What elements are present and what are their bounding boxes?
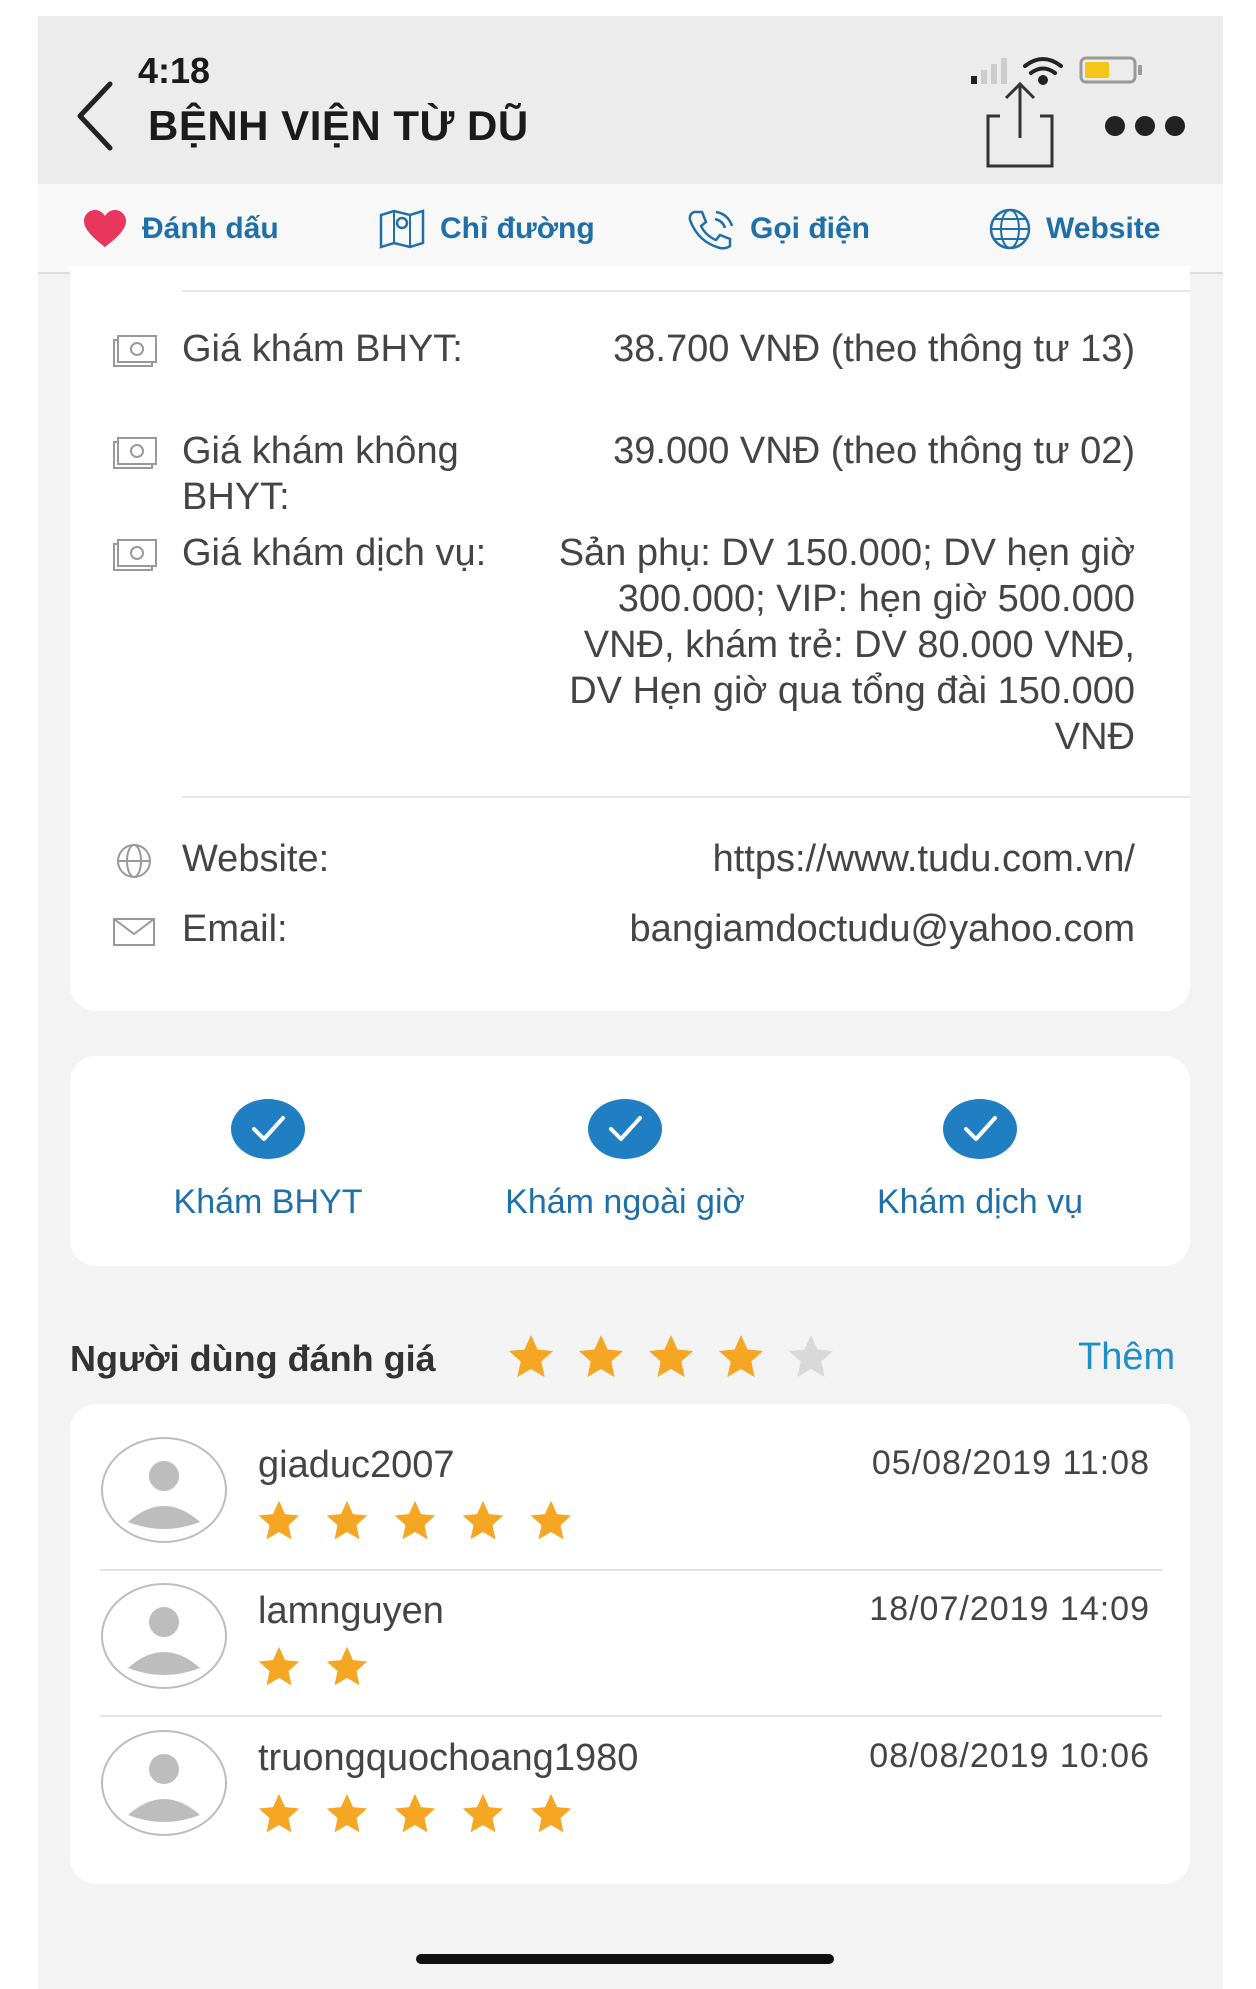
more-options-icon[interactable]	[1100, 106, 1190, 146]
review-stars	[256, 1498, 596, 1544]
map-icon	[379, 209, 425, 249]
info-label: Giá khám dịch vụ:	[182, 532, 487, 574]
money-icon	[113, 335, 157, 367]
hospital-info-card: Giá khám BHYT: 38.700 VNĐ (theo thông tư…	[70, 266, 1190, 1011]
info-label: Email:	[182, 908, 288, 950]
divider	[100, 1569, 1162, 1571]
star-icon	[258, 1793, 300, 1833]
info-value: 39.000 VNĐ (theo thông tư 02)	[613, 430, 1135, 472]
star-icon	[462, 1793, 504, 1833]
star-icon	[258, 1500, 300, 1540]
share-icon[interactable]	[980, 76, 1060, 171]
review-item: truongquochoang1980 08/08/2019 10:06	[70, 1719, 1190, 1864]
review-username: giaduc2007	[258, 1444, 455, 1486]
review-item: giaduc2007 05/08/2019 11:08	[70, 1426, 1190, 1571]
back-arrow-icon[interactable]	[66, 76, 126, 156]
bookmark-button[interactable]: Đánh dấu	[82, 206, 279, 252]
website-link[interactable]: https://www.tudu.com.vn/	[550, 836, 1135, 882]
star-icon	[579, 1335, 623, 1377]
check-circle-icon	[231, 1099, 305, 1159]
star-icon	[326, 1500, 368, 1540]
star-icon	[394, 1500, 436, 1540]
review-username: lamnguyen	[258, 1590, 444, 1632]
app-screen: 4:18 BỆNH VIỆN TỪ DŨ Đánh dấu Chỉ đường …	[38, 16, 1223, 1989]
star-icon	[462, 1500, 504, 1540]
directions-button[interactable]: Chỉ đường	[378, 206, 595, 252]
service-label: Khám dịch vụ	[877, 1183, 1083, 1221]
globe-icon	[989, 208, 1031, 250]
action-bar: Đánh dấu Chỉ đường Gọi điện Website	[38, 184, 1223, 274]
top-bar: 4:18 BỆNH VIỆN TỪ DŨ	[38, 16, 1223, 184]
service-label: Khám ngoài giờ	[505, 1183, 745, 1221]
review-date: 05/08/2019 11:08	[871, 1444, 1150, 1482]
service-item: Khám ngoài giờ	[455, 1098, 795, 1222]
star-icon	[789, 1335, 833, 1377]
battery-icon	[1079, 56, 1142, 84]
home-indicator[interactable]	[416, 1954, 834, 1964]
money-icon	[113, 539, 157, 571]
more-reviews-link[interactable]: Thêm	[1078, 1336, 1175, 1379]
star-icon	[719, 1335, 763, 1377]
review-date: 08/08/2019 10:06	[869, 1737, 1150, 1775]
phone-icon	[688, 210, 734, 250]
star-icon	[394, 1793, 436, 1833]
check-circle-icon	[588, 1099, 662, 1159]
info-value: 38.700 VNĐ (theo thông tư 13)	[613, 328, 1135, 370]
call-label: Gọi điện	[750, 212, 870, 245]
avatar	[101, 1437, 227, 1543]
status-time: 4:18	[138, 50, 211, 91]
avatar	[101, 1730, 227, 1836]
bookmark-label: Đánh dấu	[142, 212, 279, 245]
info-label: Giá khám không BHYT:	[182, 430, 459, 518]
review-username: truongquochoang1980	[258, 1737, 639, 1779]
service-item: Khám dịch vụ	[810, 1098, 1150, 1222]
info-value: Sản phụ: DV 150.000; DV hẹn giờ 300.000;…	[558, 532, 1135, 758]
website-label: Website	[1046, 212, 1161, 245]
services-card: Khám BHYT Khám ngoài giờ Khám dịch vụ	[70, 1056, 1190, 1266]
star-icon	[326, 1646, 368, 1686]
star-icon	[326, 1793, 368, 1833]
star-icon	[530, 1793, 572, 1833]
review-date: 18/07/2019 14:09	[869, 1590, 1150, 1628]
reviews-card: giaduc2007 05/08/2019 11:08 lamnguyen 18…	[70, 1404, 1190, 1884]
call-button[interactable]: Gọi điện	[686, 206, 870, 252]
average-rating-stars	[506, 1332, 856, 1382]
review-stars	[256, 1791, 596, 1837]
ratings-heading: Người dùng đánh giá	[70, 1338, 436, 1379]
info-label: Giá khám BHYT:	[182, 328, 463, 370]
check-circle-icon	[943, 1099, 1017, 1159]
heart-icon	[84, 210, 126, 247]
service-label: Khám BHYT	[173, 1183, 363, 1221]
globe-icon	[117, 844, 151, 878]
star-icon	[530, 1500, 572, 1540]
money-icon	[113, 437, 157, 469]
star-icon	[509, 1335, 553, 1377]
email-link[interactable]: bangiamdoctudu@yahoo.com	[550, 906, 1135, 952]
star-icon	[258, 1646, 300, 1686]
star-icon	[649, 1335, 693, 1377]
review-stars	[256, 1644, 392, 1690]
divider	[100, 1715, 1162, 1717]
avatar	[101, 1583, 227, 1689]
service-item: Khám BHYT	[98, 1098, 438, 1222]
review-item: lamnguyen 18/07/2019 14:09	[70, 1572, 1190, 1717]
website-button[interactable]: Website	[988, 206, 1160, 252]
envelope-icon	[113, 918, 155, 946]
directions-label: Chỉ đường	[440, 212, 595, 245]
divider	[182, 290, 1190, 292]
info-label: Website:	[182, 838, 330, 880]
divider	[182, 796, 1190, 798]
page-title: BỆNH VIỆN TỪ DŨ	[148, 102, 529, 149]
